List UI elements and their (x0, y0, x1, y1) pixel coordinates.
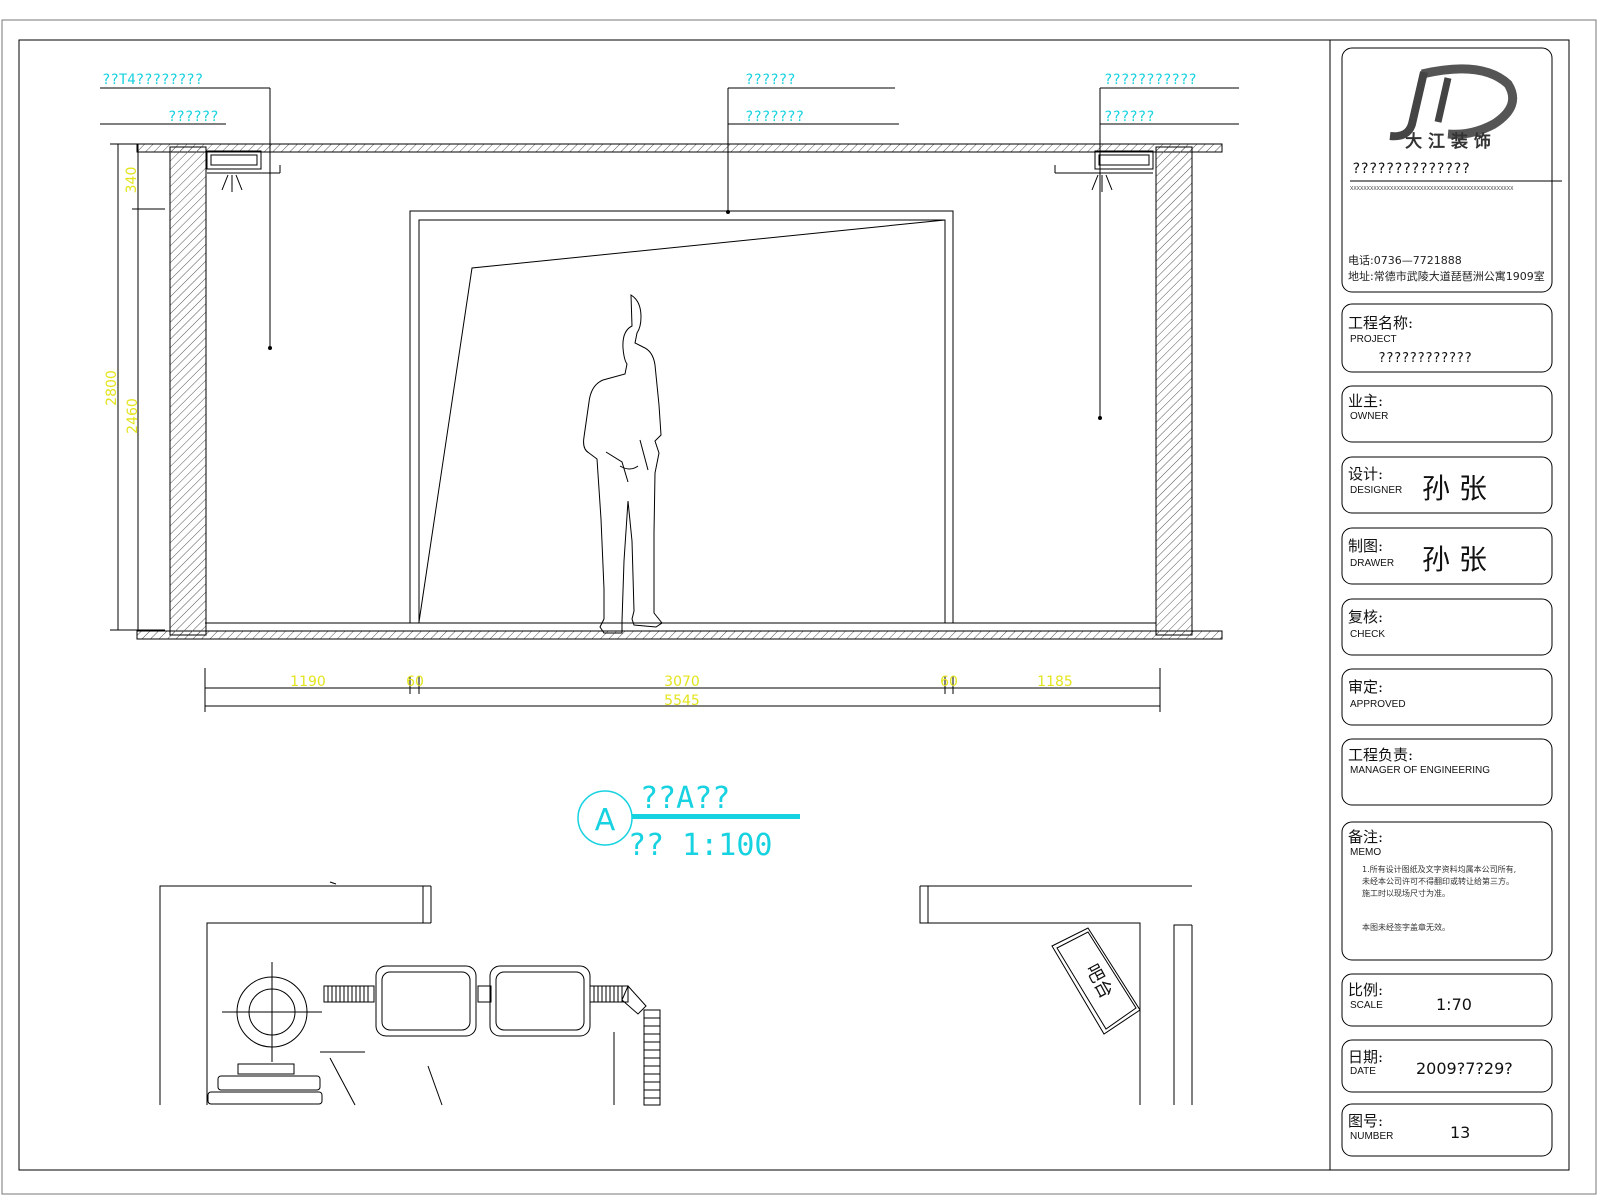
right-light-fixture (1054, 150, 1154, 192)
dim-1190: 1190 (290, 674, 326, 690)
company-phone: 电话:0736—7721888 (1348, 254, 1462, 267)
designer-label-cn: 设计: (1348, 465, 1383, 483)
human-figure (583, 294, 663, 634)
owner-label-cn: 业主: (1348, 392, 1383, 410)
memo-label-en: MEMO (1350, 847, 1381, 858)
callout-top-right-1: ??????????? (1104, 72, 1197, 88)
number-value: 13 (1450, 1123, 1470, 1142)
dim-5545: 5545 (664, 693, 700, 709)
right-wall (1155, 146, 1193, 636)
number-label-cn: 图号: (1348, 1112, 1383, 1130)
plan-round-table (207, 962, 365, 1105)
feature-frame-outer (409, 210, 954, 624)
drawer-label-en: DRAWER (1350, 558, 1394, 569)
memo-line-3: 施工时以现场尺寸为准。 (1362, 888, 1450, 898)
title-block: 大 江 装 饰 ?????????????? XXXXXXXXXXXXXXXXX… (1341, 47, 1562, 1157)
drawer-label-cn: 制图: (1348, 537, 1383, 555)
check-label-en: CHECK (1350, 629, 1385, 640)
floor-plan-partial: 吧台 (159, 881, 1193, 1106)
scale-label-en: SCALE (1350, 1000, 1383, 1011)
company-subtitle: XXXXXXXXXXXXXXXXXXXXXXXXXXXXXXXXXXXXXXXX… (1350, 186, 1514, 192)
section-marker-letter: A (595, 803, 616, 838)
memo-label-cn: 备注: (1348, 828, 1383, 846)
plan-vents (323, 985, 661, 1106)
section-marker-title: ??A?? (640, 781, 730, 816)
dim-60-left: 60 (406, 674, 424, 690)
leader-lines (100, 87, 1239, 420)
manager-label-en: MANAGER OF ENGINEERING (1350, 765, 1490, 776)
date-value: 2009?7?29? (1416, 1059, 1513, 1078)
company-logo: 大 江 装 饰 (1389, 64, 1518, 152)
dim-340: 340 (124, 167, 140, 194)
company-name: ?????????????? (1352, 161, 1470, 177)
dim-3070: 3070 (664, 674, 700, 690)
drawing-sheet: ??T4???????? ?????? ?????? ??????? ?????… (1, 19, 1597, 1195)
callout-top-left-2: ?????? (168, 109, 219, 125)
ceiling-slab (136, 143, 1223, 153)
callout-top-mid-2: ??????? (745, 109, 804, 125)
scale-value: 1:70 (1436, 995, 1472, 1014)
owner-label-en: OWNER (1350, 411, 1388, 422)
floor-slab (136, 630, 1223, 640)
dim-2800: 2800 (104, 370, 120, 406)
memo-line-2: 未经本公司许可不得翻印或转让给第三方。 (1362, 876, 1514, 886)
project-value: ???????????? (1378, 351, 1472, 366)
scale-label-cn: 比例: (1348, 981, 1383, 999)
left-wall (169, 146, 207, 636)
outer-sheet-border (1, 19, 1597, 1195)
callout-top-mid-1: ?????? (745, 72, 796, 88)
elevation-drawing (100, 87, 1239, 712)
date-label-en: DATE (1350, 1066, 1376, 1077)
date-label-cn: 日期: (1348, 1048, 1383, 1066)
callout-top-left-1: ??T4???????? (102, 72, 203, 88)
drawer-value: 孙 张 (1422, 543, 1487, 576)
memo-line-4: 本图未经签字盖章无效。 (1362, 922, 1450, 932)
plan-sofa (375, 965, 591, 1037)
section-marker-scale: ?? 1:100 (628, 828, 773, 863)
approved-label-cn: 审定: (1348, 678, 1383, 696)
callout-top-right-2: ?????? (1104, 109, 1155, 125)
dim-2460: 2460 (125, 398, 141, 434)
angled-panel-line (418, 219, 946, 623)
svg-text:大 江 装 饰: 大 江 装 饰 (1405, 131, 1491, 152)
designer-value: 孙 张 (1422, 472, 1487, 505)
company-address: 地址:常德市武陵大道琵琶洲公寓1909室 (1348, 269, 1545, 283)
feature-frame-inner (418, 219, 946, 624)
inner-sheet-border (18, 39, 1570, 1171)
memo-line-1: 1.所有设计图纸及文字资料均属本公司所有, (1362, 864, 1516, 874)
plan-bar-counter: 吧台 (1051, 927, 1141, 1035)
designer-label-en: DESIGNER (1350, 485, 1402, 496)
dim-60-right: 60 (940, 674, 958, 690)
left-light-fixture (206, 150, 281, 192)
project-label-cn: 工程名称: (1348, 314, 1413, 332)
project-label-en: PROJECT (1350, 334, 1397, 345)
manager-label-cn: 工程负责: (1348, 746, 1413, 764)
plan-walls (159, 881, 1193, 1105)
check-label-cn: 复核: (1348, 608, 1383, 626)
number-label-en: NUMBER (1350, 1131, 1393, 1142)
approved-label-en: APPROVED (1350, 699, 1406, 710)
section-marker: A ??A?? ?? 1:100 (577, 781, 800, 863)
dim-1185: 1185 (1037, 674, 1073, 690)
